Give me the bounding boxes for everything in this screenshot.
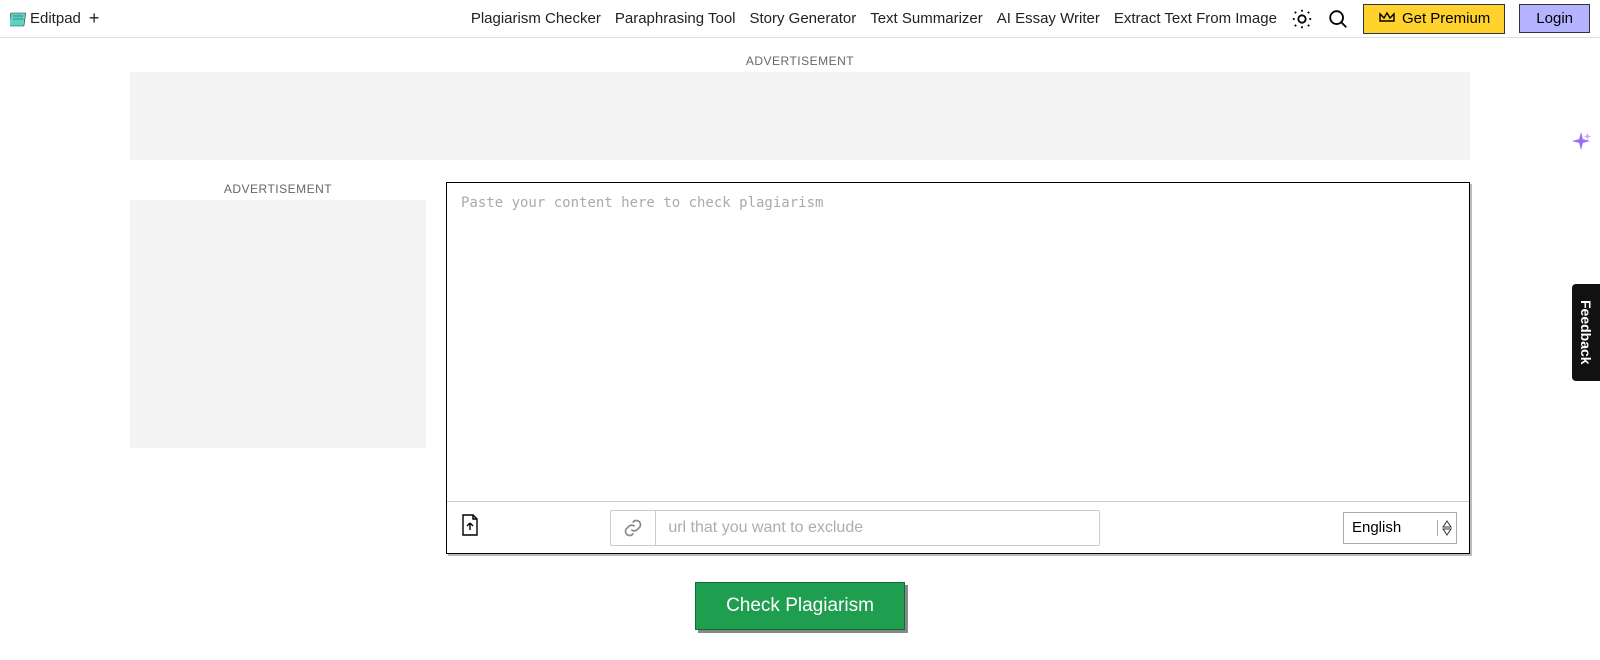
new-document-button[interactable]: +: [89, 8, 100, 29]
nav-extract-text[interactable]: Extract Text From Image: [1114, 10, 1277, 27]
nav-paraphrasing-tool[interactable]: Paraphrasing Tool: [615, 10, 736, 27]
side-ad-section: ADVERTISEMENT: [130, 182, 426, 554]
nav-text-summarizer[interactable]: Text Summarizer: [870, 10, 983, 27]
ad-label-side: ADVERTISEMENT: [130, 182, 426, 196]
language-selector[interactable]: English: [1343, 512, 1457, 544]
sparkle-widget-icon[interactable]: [1570, 130, 1592, 157]
check-plagiarism-button[interactable]: Check Plagiarism: [695, 582, 905, 630]
search-icon[interactable]: [1327, 8, 1349, 30]
exclude-url-input[interactable]: [656, 511, 1099, 545]
login-button[interactable]: Login: [1519, 4, 1590, 33]
main-content: ADVERTISEMENT: [0, 182, 1600, 554]
upload-file-icon[interactable]: [459, 513, 481, 542]
main-nav: Plagiarism Checker Paraphrasing Tool Sto…: [471, 4, 1590, 34]
language-value: English: [1352, 519, 1437, 536]
ad-label-top: ADVERTISEMENT: [0, 54, 1600, 68]
ad-placeholder-top: [130, 72, 1470, 160]
notepad-icon: [10, 11, 28, 27]
feedback-tab[interactable]: Feedback: [1572, 284, 1600, 381]
link-icon: [611, 511, 656, 545]
header-bar: Editpad + Plagiarism Checker Paraphrasin…: [0, 0, 1600, 38]
content-input[interactable]: [447, 183, 1469, 501]
exclude-url-box: [610, 510, 1100, 546]
nav-ai-essay-writer[interactable]: AI Essay Writer: [997, 10, 1100, 27]
editor-toolbar: English: [447, 501, 1469, 553]
ad-placeholder-side: [130, 200, 426, 448]
stepper-arrows-icon: [1437, 520, 1452, 536]
top-ad-section: ADVERTISEMENT: [0, 54, 1600, 160]
brand-logo[interactable]: Editpad: [10, 10, 81, 27]
nav-plagiarism-checker[interactable]: Plagiarism Checker: [471, 10, 601, 27]
crown-icon: [1378, 10, 1396, 28]
editor-panel: English: [446, 182, 1470, 554]
brand-text: Editpad: [30, 10, 81, 27]
theme-toggle-icon[interactable]: [1291, 8, 1313, 30]
get-premium-button[interactable]: Get Premium: [1363, 4, 1505, 34]
nav-story-generator[interactable]: Story Generator: [750, 10, 857, 27]
premium-label: Get Premium: [1402, 10, 1490, 27]
